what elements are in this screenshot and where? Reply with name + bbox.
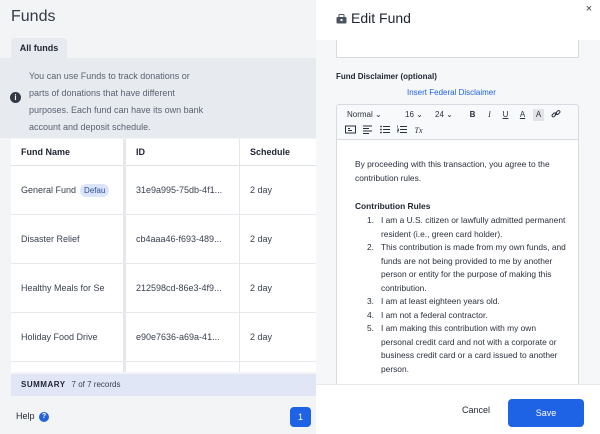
bold-button[interactable]: B xyxy=(467,109,478,121)
column-header-fund-name[interactable]: Fund Name xyxy=(21,139,70,166)
table-row[interactable]: Disaster Relief cb4aaa46-f693-489... 2 d… xyxy=(11,215,316,264)
table-row[interactable]: General Fund Defau 31e9a995-75db-4f1... 2… xyxy=(11,166,316,215)
format-select[interactable]: Normal ⌄ xyxy=(347,109,387,121)
clear-format-button[interactable]: Tx xyxy=(413,125,424,137)
table-row[interactable]: Healthy Meals for Se 212598cd-86e3-4f9..… xyxy=(11,264,316,313)
funds-table: Fund Name ID Schedule General Fund Defau … xyxy=(11,139,316,372)
cancel-button[interactable]: Cancel xyxy=(462,405,490,415)
save-button[interactable]: Save xyxy=(508,399,584,427)
help-link[interactable]: Help ? xyxy=(16,411,50,422)
default-badge: Defau xyxy=(80,184,110,198)
fund-id-cell: 31e9a995-75db-4f1... xyxy=(136,185,223,195)
chevron-down-icon: ⌄ xyxy=(446,110,453,119)
info-text: You can use Funds to track donations or … xyxy=(29,71,204,132)
drawer-title: Edit Fund xyxy=(336,10,411,26)
list-item: 4. I am not a federal contractor. xyxy=(367,309,488,320)
drawer-title-text: Edit Fund xyxy=(351,10,411,26)
fund-id-cell: e90e7636-a69a-41... xyxy=(136,332,220,342)
font-size-select[interactable]: 16 ⌄ xyxy=(405,109,425,121)
fund-name-cell: Disaster Relief xyxy=(21,234,80,244)
info-panel: i You can use Funds to track donations o… xyxy=(0,58,316,138)
column-header-schedule[interactable]: Schedule xyxy=(250,139,290,166)
list-item: 2. This contribution is made from my own … xyxy=(367,242,566,293)
chevron-down-icon: ⌄ xyxy=(375,110,382,119)
table-row[interactable]: Holiday Food Drive e90e7636-a69a-41... 2… xyxy=(11,313,316,362)
fund-icon xyxy=(336,14,347,24)
previous-field-box[interactable] xyxy=(336,40,579,58)
numbered-list-icon[interactable] xyxy=(396,125,407,137)
fund-id-cell: 212598cd-86e3-4f9... xyxy=(136,283,222,293)
schedule-cell: 2 day xyxy=(250,234,273,244)
fund-id-cell: cb4aaa46-f693-489... xyxy=(136,234,222,244)
align-left-icon[interactable] xyxy=(362,125,373,137)
editor-intro-text: By proceeding with this transaction, you… xyxy=(355,159,550,183)
table-header: Fund Name ID Schedule xyxy=(11,139,316,166)
drawer-header: Edit Fund × xyxy=(316,0,600,40)
info-icon: i xyxy=(10,92,21,103)
edit-fund-drawer: Edit Fund × Fund Disclaimer (optional) I… xyxy=(316,0,600,434)
list-item: 3. I am at least eighteen years old. xyxy=(367,296,500,306)
insert-federal-disclaimer-link[interactable]: Insert Federal Disclaimer xyxy=(407,88,496,97)
fund-name-cell: Holiday Food Drive xyxy=(21,332,98,342)
drawer-body[interactable]: Fund Disclaimer (optional) Insert Federa… xyxy=(316,40,600,384)
text-color-button[interactable]: A xyxy=(517,109,528,121)
pagination-page-button[interactable]: 1 xyxy=(290,407,311,427)
schedule-cell: 2 day xyxy=(250,332,273,342)
fund-name-cell: Healthy Meals for Se xyxy=(21,283,105,293)
summary-label: SUMMARY xyxy=(21,380,66,389)
help-label: Help xyxy=(16,411,35,421)
highlight-button[interactable]: A xyxy=(533,109,544,121)
tab-all-funds[interactable]: All funds xyxy=(11,38,67,58)
drawer-footer: Cancel Save xyxy=(316,384,600,434)
record-count: 7 of 7 records xyxy=(71,380,121,389)
list-item: 1. I am a U.S. citizen or lawfully admitt… xyxy=(367,215,566,239)
editor-toolbar: Normal ⌄ 16 ⌄ 24 ⌄ B I U A A Tx xyxy=(336,104,579,140)
column-header-id[interactable]: ID xyxy=(136,139,145,166)
page-title: Funds xyxy=(11,8,56,25)
bullet-list-icon[interactable] xyxy=(379,125,390,137)
chevron-down-icon: ⌄ xyxy=(416,110,423,119)
code-block-icon[interactable] xyxy=(345,125,356,137)
disclaimer-editor[interactable]: By proceeding with this transaction, you… xyxy=(336,140,579,384)
list-item: 5. I am making this contribution with my … xyxy=(367,323,558,374)
link-icon[interactable] xyxy=(550,109,561,121)
line-height-select[interactable]: 24 ⌄ xyxy=(435,109,459,121)
fund-disclaimer-label: Fund Disclaimer (optional) xyxy=(336,72,437,81)
help-icon: ? xyxy=(39,411,50,422)
fund-name-cell: General Fund Defau xyxy=(21,166,121,215)
schedule-cell: 2 day xyxy=(250,283,273,293)
close-button[interactable]: × xyxy=(582,2,596,16)
contribution-rules-list: 1. I am a U.S. citizen or lawfully admitt… xyxy=(357,214,567,376)
schedule-cell: 2 day xyxy=(250,185,273,195)
italic-button[interactable]: I xyxy=(484,109,495,121)
underline-button[interactable]: U xyxy=(500,109,511,121)
summary-bar: SUMMARY 7 of 7 records xyxy=(11,374,316,396)
editor-heading: Contribution Rules xyxy=(355,201,431,211)
